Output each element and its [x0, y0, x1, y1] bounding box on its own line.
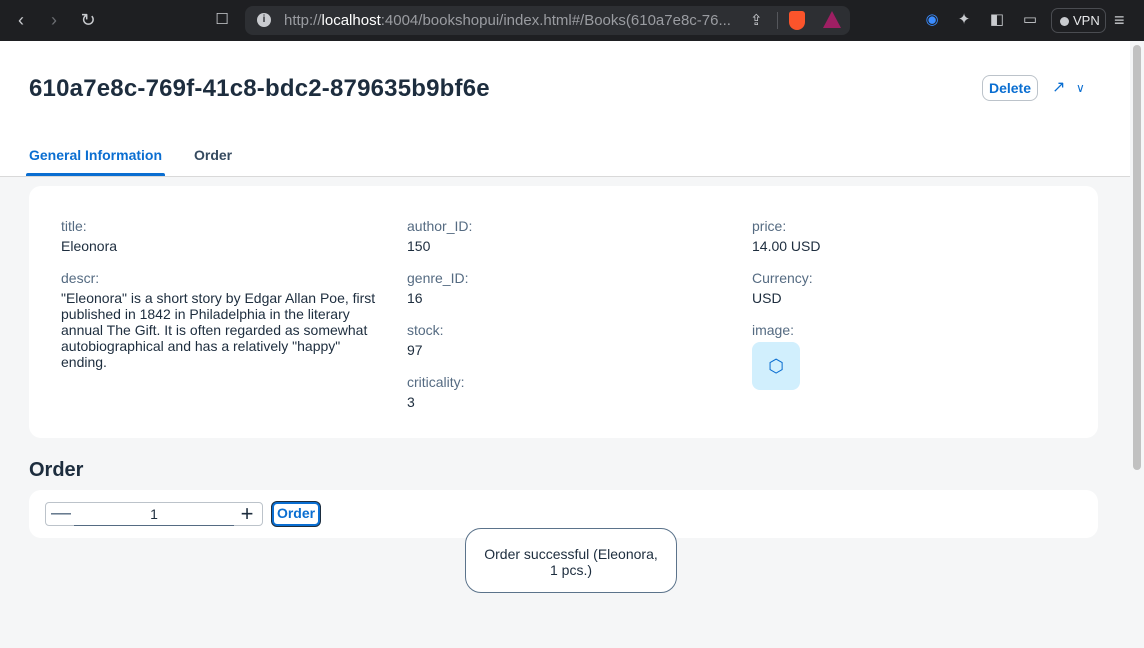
url-host: localhost: [321, 12, 381, 29]
author-id-label: author_ID:: [407, 218, 473, 234]
increment-button[interactable]: +: [236, 503, 258, 525]
delete-button[interactable]: Delete: [982, 75, 1038, 101]
url-path: :4004/bookshopui/index.html#/Books(610a7…: [380, 12, 731, 29]
order-section-title: Order: [29, 459, 84, 481]
url-scheme: http://: [284, 12, 322, 29]
share-menu-button[interactable]: ↗ ∨: [1052, 76, 1092, 100]
order-button[interactable]: Order: [272, 502, 320, 526]
vpn-button[interactable]: VPN: [1051, 8, 1106, 33]
title-value: Eleonora: [61, 238, 118, 254]
forward-icon[interactable]: ›: [44, 10, 64, 30]
descr-value: "Eleonora" is a short story by Edgar All…: [61, 290, 376, 370]
share-page-icon[interactable]: ⇪: [750, 11, 763, 29]
browser-toolbar: ‹ › ↻ ☐ i http://localhost:4004/bookshop…: [0, 0, 1144, 41]
address-bar[interactable]: i http://localhost:4004/bookshopui/index…: [245, 6, 850, 35]
quantity-stepper[interactable]: — +: [45, 502, 263, 526]
back-icon[interactable]: ‹: [11, 10, 31, 30]
general-information-card: title: Eleonora descr: "Eleonora" is a s…: [29, 186, 1098, 438]
genre-id-value: 16: [407, 290, 423, 306]
reload-icon[interactable]: ↻: [78, 10, 98, 30]
vpn-label: VPN: [1073, 13, 1100, 28]
brave-rewards-icon[interactable]: [823, 11, 841, 28]
title-label: title:: [61, 218, 87, 234]
share-icon: ↗: [1052, 79, 1066, 96]
tab-general-information[interactable]: General Information: [25, 147, 166, 177]
tab-order[interactable]: Order: [194, 147, 232, 177]
url-divider: [777, 12, 778, 29]
price-value: 14.00 USD: [752, 238, 821, 254]
image-label: image:: [752, 322, 795, 338]
descr-label: descr:: [61, 270, 100, 286]
criticality-label: criticality:: [407, 374, 465, 390]
object-page-header: 610a7e8c-769f-41c8-bdc2-879635b9bf6e Del…: [0, 41, 1130, 177]
stock-label: stock:: [407, 322, 444, 338]
scrollbar-thumb[interactable]: [1133, 45, 1141, 470]
toast-line-1: Order successful (Eleonora,: [484, 546, 658, 562]
image-placeholder[interactable]: ⬡: [752, 342, 800, 390]
decrement-button[interactable]: —: [50, 503, 72, 525]
author-id-value: 150: [407, 238, 431, 254]
quantity-input[interactable]: [76, 503, 232, 525]
extensions-puzzle-icon[interactable]: ✦: [955, 11, 973, 29]
wallet-icon[interactable]: ▭: [1021, 11, 1039, 29]
product-icon: ⬡: [768, 356, 784, 376]
url-text[interactable]: http://localhost:4004/bookshopui/index.h…: [284, 12, 731, 29]
site-info-icon[interactable]: i: [257, 13, 271, 27]
price-label: price:: [752, 218, 787, 234]
vpn-status-icon: [1060, 17, 1069, 26]
menu-icon[interactable]: ≡: [1114, 10, 1125, 31]
genre-id-label: genre_ID:: [407, 270, 469, 286]
brave-shields-icon[interactable]: [789, 11, 805, 30]
toast-line-2: 1 pcs.): [549, 562, 592, 578]
criticality-value: 3: [407, 394, 415, 410]
extension-icon[interactable]: ◉: [923, 11, 941, 29]
currency-label: Currency:: [752, 270, 813, 286]
currency-value: USD: [752, 290, 782, 306]
sidebar-icon[interactable]: ◧: [988, 11, 1006, 29]
stock-value: 97: [407, 342, 423, 358]
page-scrollbar[interactable]: [1130, 41, 1144, 648]
bookmark-icon[interactable]: ☐: [212, 10, 232, 30]
chevron-down-icon: ∨: [1076, 81, 1085, 95]
toast-message: Order successful (Eleonora, 1 pcs.): [465, 528, 677, 593]
page-title: 610a7e8c-769f-41c8-bdc2-879635b9bf6e: [29, 75, 490, 102]
